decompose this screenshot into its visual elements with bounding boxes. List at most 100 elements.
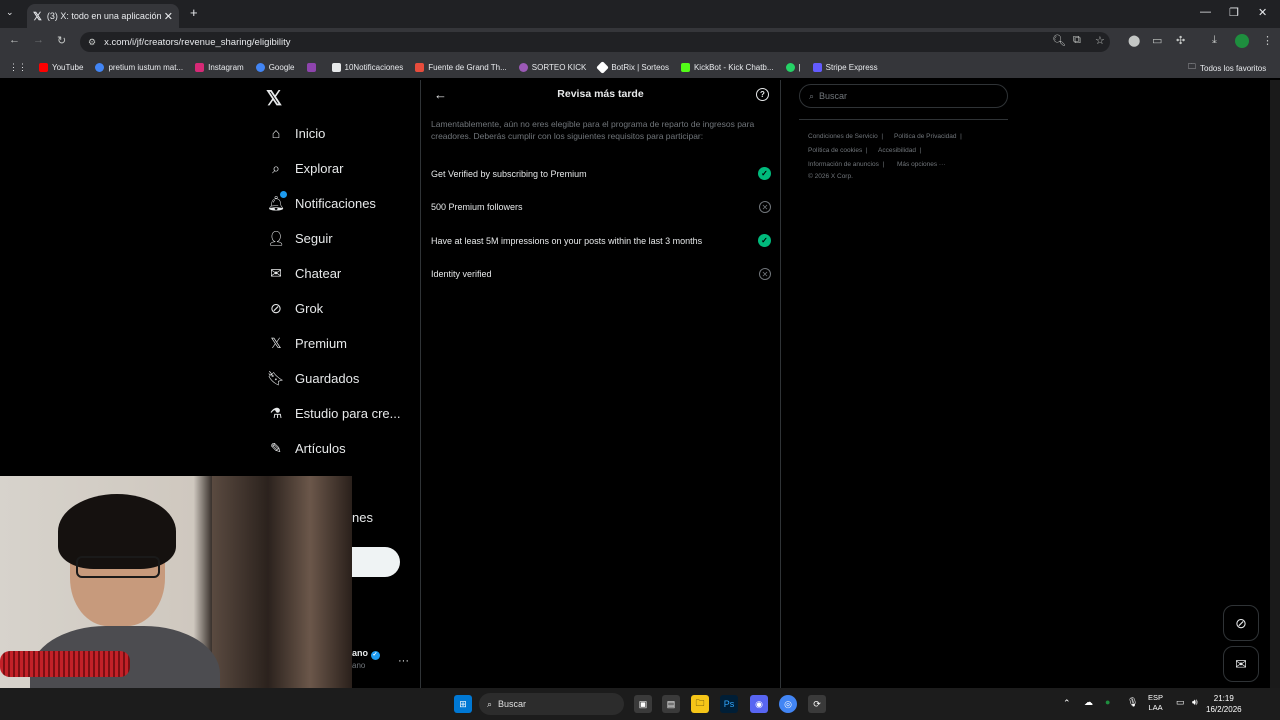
tray-app-icon[interactable]: ●: [1105, 697, 1110, 707]
stripe-icon: [812, 62, 822, 72]
back-icon[interactable]: ←: [9, 34, 20, 46]
tab-title: (3) X: todo en una aplicación / X: [46, 11, 164, 21]
bookmark-youtube[interactable]: YouTube: [39, 62, 83, 72]
help-icon[interactable]: ?: [756, 88, 769, 101]
bookmark-botrix[interactable]: BotRix | Sorteos: [596, 60, 669, 74]
app-icon[interactable]: ▤: [662, 695, 680, 713]
puzzle-icon[interactable]: ✣: [1176, 34, 1185, 47]
task-view-icon[interactable]: ▣: [634, 695, 652, 713]
browser-tab[interactable]: 𝕏 (3) X: todo en una aplicación / X ✕: [27, 4, 179, 28]
star-icon[interactable]: ☆: [1095, 34, 1105, 47]
network-icon[interactable]: ▭: [1176, 697, 1185, 708]
tab-search-chevron-icon[interactable]: ⌄: [6, 7, 14, 18]
nav-item-partial[interactable]: nes: [352, 510, 373, 525]
nav-item-estudio[interactable]: ⚗ Estudio para cre...: [267, 404, 401, 422]
x-icon: [331, 62, 341, 72]
apps-icon[interactable]: ⋮⋮: [9, 62, 27, 73]
grok-fab-icon[interactable]: ⊘: [1223, 605, 1259, 641]
account-more-icon[interactable]: ···: [398, 655, 409, 667]
zoom-icon[interactable]: 🔍︎: [1052, 34, 1066, 47]
search-input[interactable]: ⌕ Buscar: [799, 84, 1008, 108]
bookmark-grand-theft[interactable]: Fuente de Grand Th...: [415, 62, 507, 72]
site-info-icon[interactable]: ⚙: [88, 37, 96, 48]
nav-item-explorar[interactable]: ⌕ Explorar: [267, 159, 343, 177]
footer-cookies-link[interactable]: Política de cookies |: [808, 147, 871, 154]
nav-item-chatear[interactable]: ✉ Chatear: [267, 264, 341, 282]
restore-icon[interactable]: ❐: [1229, 6, 1239, 19]
post-button[interactable]: [352, 547, 400, 577]
bookmark-stripe[interactable]: Stripe Express: [812, 62, 878, 72]
file-explorer-icon[interactable]: 🗀: [691, 695, 709, 713]
footer-accessibility-link[interactable]: Accesibilidad |: [878, 147, 921, 154]
nav-item-guardados[interactable]: 🔖︎ Guardados: [267, 369, 359, 387]
close-tab-icon[interactable]: ✕: [164, 10, 173, 23]
bookmark-google[interactable]: Google: [255, 62, 295, 72]
bookmark-pretium[interactable]: pretium iustum mat...: [95, 62, 183, 72]
column-divider: [420, 80, 421, 688]
chrome-icon[interactable]: ◎: [779, 695, 797, 713]
x-icon: 𝕏: [270, 334, 282, 351]
reload-icon[interactable]: ↻: [57, 34, 66, 47]
nav-item-notificaciones[interactable]: 🔔︎ Notificaciones: [267, 191, 376, 212]
page-title: Revisa más tarde: [557, 88, 644, 100]
requirement-row: Get Verified by subscribing to Premium ✓: [431, 167, 771, 180]
footer-privacy-link[interactable]: Política de Privacidad |: [894, 133, 962, 140]
bookmark-instagram[interactable]: Instagram: [195, 62, 244, 72]
footer-more-link[interactable]: Más opciones ···: [897, 161, 945, 168]
bookmark-10notificaciones[interactable]: 10Notificaciones: [331, 62, 403, 72]
nav-item-seguir[interactable]: 👤︎ Seguir: [267, 229, 332, 247]
x-logo-icon[interactable]: 𝕏: [266, 86, 282, 111]
nav-item-premium[interactable]: 𝕏 Premium: [267, 334, 347, 352]
taskbar-search[interactable]: ⌕ Buscar: [479, 693, 624, 715]
bookmark-unnamed[interactable]: [306, 62, 320, 72]
flask-icon: ⚗: [269, 404, 283, 421]
divider: [799, 119, 1008, 120]
article-icon: ✎: [270, 439, 282, 456]
tray-mic-icon[interactable]: 🎙︎: [1127, 697, 1138, 708]
forward-icon[interactable]: →: [33, 34, 44, 46]
new-tab-icon[interactable]: +: [190, 5, 198, 20]
extension-2-icon[interactable]: ▭: [1152, 34, 1162, 47]
nav-item-inicio[interactable]: ⌂ Inicio: [267, 124, 326, 142]
page-scrollbar[interactable]: [1270, 80, 1280, 688]
column-divider: [780, 80, 781, 688]
messages-fab-icon[interactable]: ✉: [1223, 646, 1259, 682]
system-clock[interactable]: 21:19 16/2/2026: [1206, 693, 1242, 715]
all-bookmarks[interactable]: 🗀 Todos los favoritos: [1188, 61, 1266, 75]
volume-icon[interactable]: 🔊︎: [1192, 697, 1198, 708]
pinwheel-icon: [306, 62, 316, 72]
footer-terms-link[interactable]: Condiciones de Servicio |: [808, 133, 887, 140]
photoshop-icon[interactable]: Ps: [720, 695, 738, 713]
windows-start-icon[interactable]: ⊞: [454, 695, 472, 713]
x-favicon-icon: 𝕏: [33, 10, 42, 23]
discord-icon[interactable]: ◉: [750, 695, 768, 713]
google-icon: [255, 62, 265, 72]
notification-badge: [280, 191, 287, 198]
tray-chevron-icon[interactable]: ⌃: [1063, 698, 1071, 709]
bookmark-sorteo-kick[interactable]: SORTEO KICK: [518, 62, 586, 72]
nav-item-grok[interactable]: ⊘ Grok: [267, 299, 323, 317]
download-icon[interactable]: ⤓: [1212, 34, 1217, 47]
search-icon: ⌕: [809, 90, 815, 101]
bookmark-whatsapp[interactable]: |: [785, 62, 801, 72]
url-text: x.com/i/jf/creators/revenue_sharing/elig…: [104, 36, 291, 48]
language-indicator[interactable]: ESP LAA: [1148, 693, 1163, 713]
minimize-icon[interactable]: —: [1200, 6, 1211, 18]
menu-icon[interactable]: ⋮: [1262, 34, 1273, 47]
address-bar[interactable]: ⚙ x.com/i/jf/creators/revenue_sharing/el…: [80, 32, 1110, 52]
extension-icon[interactable]: ⬤: [1128, 34, 1140, 47]
footer-ads-link[interactable]: Información de anuncios |: [808, 161, 888, 168]
close-window-icon[interactable]: ✕: [1258, 6, 1267, 19]
bookmark-kickbot[interactable]: KickBot - Kick Chatb...: [680, 62, 774, 72]
sorteo-icon: [518, 62, 528, 72]
app-icon-2[interactable]: ⟳: [808, 695, 826, 713]
check-icon: ✓: [758, 167, 771, 180]
google-icon: [95, 62, 105, 72]
install-icon[interactable]: ⧉: [1073, 34, 1081, 47]
instagram-icon: [195, 62, 205, 72]
tray-cloud-icon[interactable]: ☁: [1084, 697, 1093, 708]
profile-name[interactable]: ano ✓: [352, 648, 380, 660]
bookmark-icon: 🔖︎: [267, 369, 285, 386]
profile-avatar[interactable]: [1235, 34, 1249, 48]
nav-item-articulos[interactable]: ✎ Artículos: [267, 439, 345, 457]
